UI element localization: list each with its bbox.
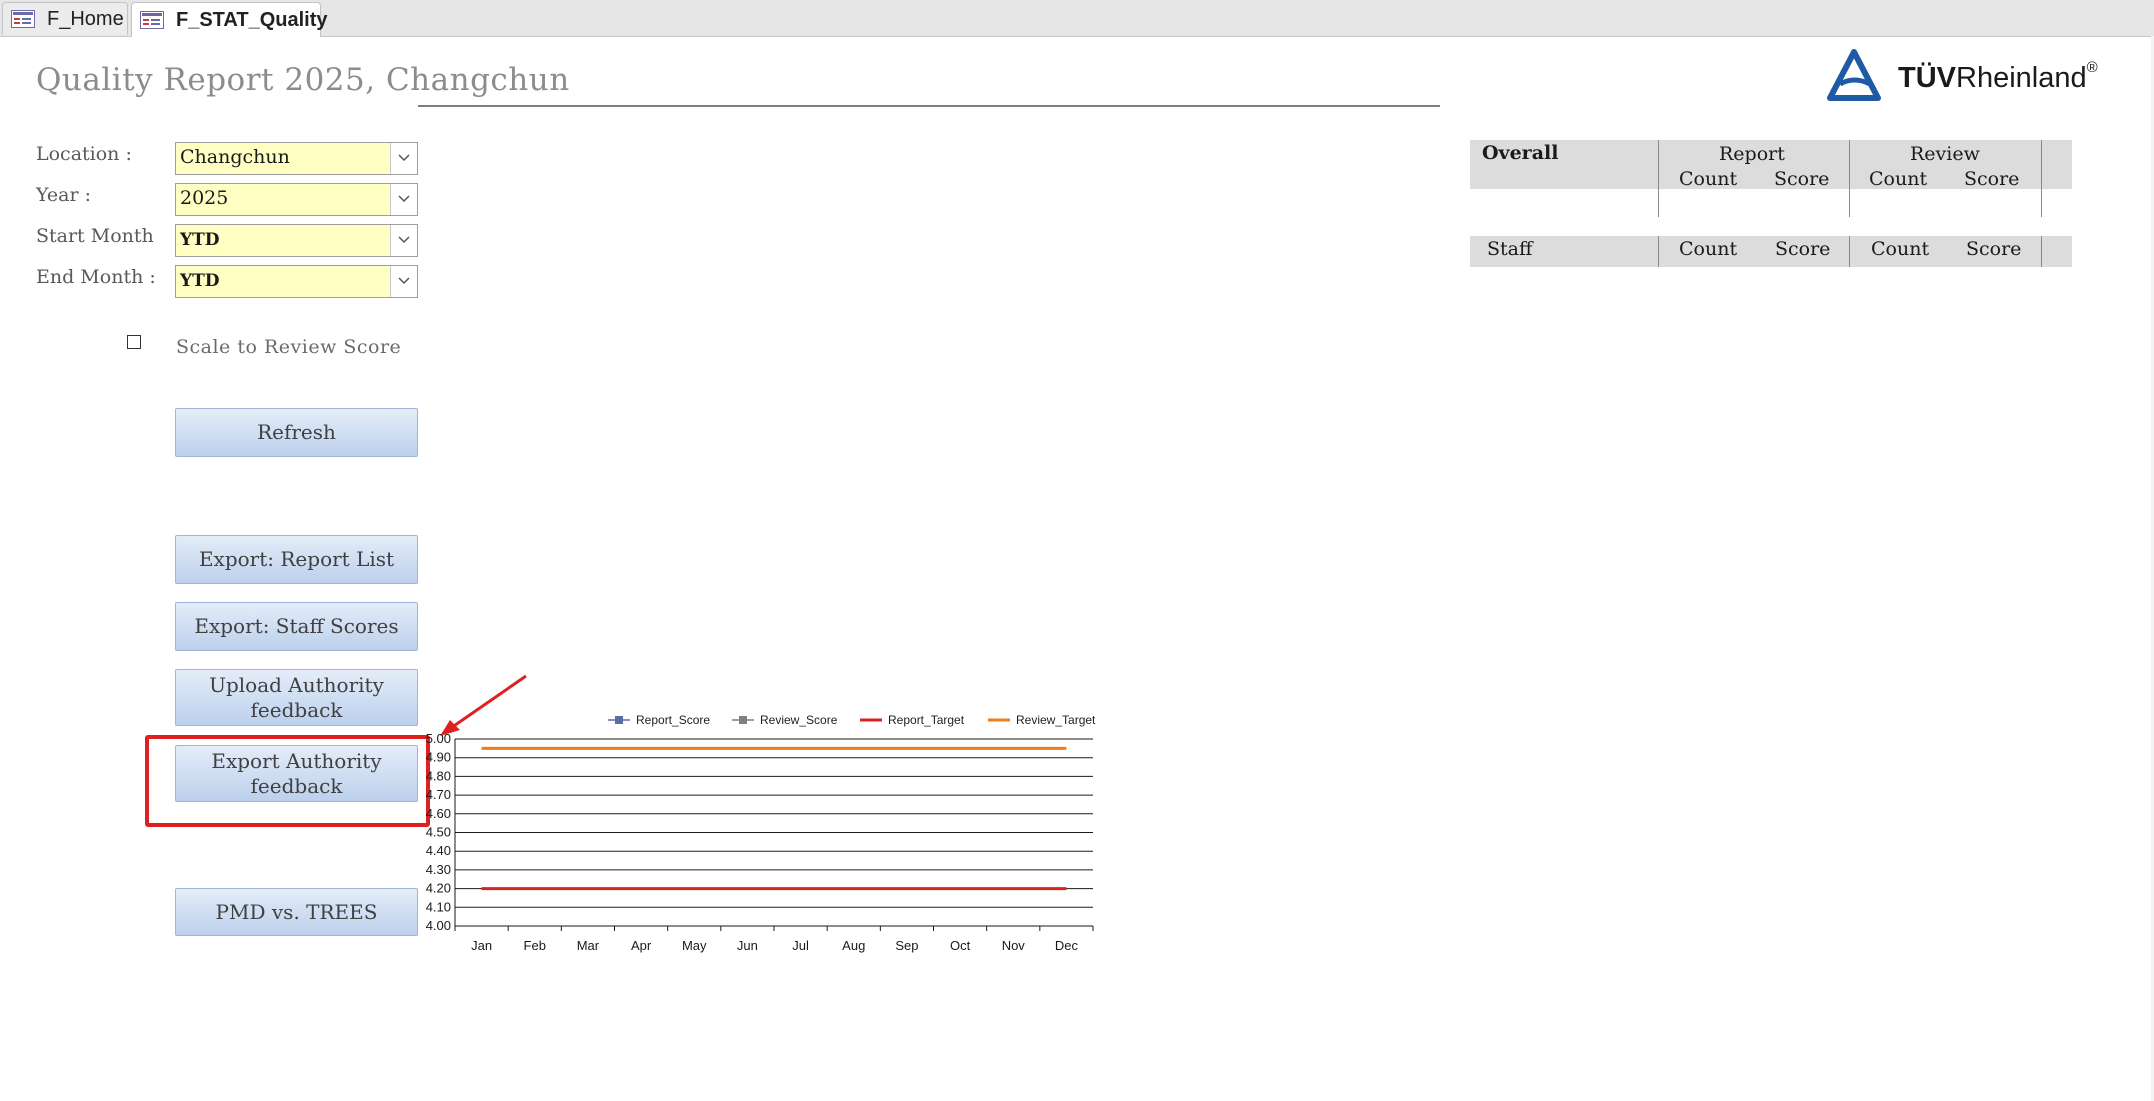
- tab-label: F_STAT_Quality: [176, 8, 328, 31]
- chevron-down-icon[interactable]: [390, 225, 417, 256]
- upload-authority-feedback-button[interactable]: Upload Authority feedback: [175, 669, 418, 726]
- tab-f-home[interactable]: F_Home: [2, 2, 128, 35]
- x-tick-label: Sep: [895, 938, 918, 953]
- legend-marker: [615, 716, 623, 724]
- review-header: Review: [1910, 143, 1980, 165]
- x-tick-label: Jun: [737, 938, 758, 953]
- y-tick-label: 4.90: [426, 750, 451, 765]
- export-staff-scores-button[interactable]: Export: Staff Scores: [175, 602, 418, 651]
- refresh-button[interactable]: Refresh: [175, 408, 418, 457]
- start-month-label: Start Month: [36, 225, 154, 247]
- y-tick-label: 5.00: [426, 731, 451, 746]
- review-count-header: Count: [1869, 168, 1928, 190]
- staff-review-score-header: Score: [1966, 238, 2022, 260]
- year-value: 2025: [180, 187, 229, 209]
- chevron-down-icon[interactable]: [390, 184, 417, 215]
- scale-to-review-score-checkbox[interactable]: [127, 335, 141, 349]
- tab-label: F_Home: [47, 7, 124, 30]
- location-label: Location :: [36, 143, 132, 165]
- quality-score-chart: Report_Score Review_Score Report_Target Rev…: [426, 713, 1096, 953]
- start-month-value: YTD: [180, 230, 220, 250]
- chart-y-axis: 4.00 4.10 4.20 4.30 4.40 4.50 4.60 4.70 4.80 4.90…: [426, 731, 456, 933]
- column-divider: [1849, 236, 1850, 267]
- staff-header: Staff: [1487, 238, 1533, 260]
- year-label: Year :: [36, 184, 91, 206]
- end-month-combo[interactable]: YTD: [175, 265, 418, 298]
- document-tab-strip: F_Home F_STAT_Quality: [0, 0, 2154, 37]
- x-tick-label: Apr: [631, 938, 652, 953]
- staff-report-score-header: Score: [1775, 238, 1831, 260]
- page-title: Quality Report 2025, Changchun: [36, 62, 570, 98]
- highlight-box: [145, 735, 430, 827]
- logo-wordmark: TÜVRheinland®: [1898, 59, 2098, 94]
- y-tick-label: 4.30: [426, 862, 451, 877]
- x-tick-label: Aug: [842, 938, 865, 953]
- y-tick-label: 4.20: [426, 881, 451, 896]
- y-tick-label: 4.80: [426, 768, 451, 783]
- tab-f-stat-quality[interactable]: F_STAT_Quality: [131, 2, 328, 37]
- end-month-value: YTD: [180, 271, 220, 291]
- legend-label: Report_Target: [888, 713, 965, 727]
- report-score-header: Score: [1774, 168, 1830, 190]
- overall-header: Overall: [1482, 142, 1559, 164]
- x-tick-label: Dec: [1055, 938, 1079, 953]
- chart-grid: [455, 738, 1093, 927]
- report-header: Report: [1719, 143, 1785, 165]
- y-tick-label: 4.40: [426, 843, 451, 858]
- location-combo[interactable]: Changchun: [175, 142, 418, 175]
- start-month-combo[interactable]: YTD: [175, 224, 418, 257]
- legend-label: Report_Score: [636, 713, 710, 727]
- scale-to-review-score-label: Scale to Review Score: [176, 336, 402, 358]
- column-divider: [1849, 140, 1850, 217]
- chart-series: [481, 746, 1067, 891]
- column-divider: [1658, 236, 1659, 267]
- y-tick-label: 4.70: [426, 787, 451, 802]
- x-tick-label: Nov: [1002, 938, 1026, 953]
- x-tick-label: Jul: [792, 938, 809, 953]
- year-combo[interactable]: 2025: [175, 183, 418, 216]
- y-tick-label: 4.60: [426, 806, 451, 821]
- x-tick-label: Oct: [950, 938, 971, 953]
- end-month-label: End Month :: [36, 266, 156, 288]
- chart-x-axis: Jan Feb Mar Apr May Jun Jul Aug Sep Oct Nov Dec: [454, 926, 1094, 953]
- chevron-down-icon[interactable]: [390, 143, 417, 174]
- x-tick-label: Jan: [471, 938, 492, 953]
- title-underline: [418, 105, 1440, 107]
- staff-report-count-header: Count: [1679, 238, 1738, 260]
- x-tick-label: Feb: [524, 938, 546, 953]
- x-tick-label: Mar: [577, 938, 600, 953]
- x-tick-label: May: [682, 938, 707, 953]
- chevron-down-icon[interactable]: [390, 266, 417, 297]
- form-icon: [11, 10, 35, 28]
- export-report-list-button[interactable]: Export: Report List: [175, 535, 418, 584]
- chart-legend: Report_Score Review_Score Report_Target Rev…: [608, 713, 1096, 727]
- column-divider: [2041, 236, 2042, 267]
- column-divider: [2041, 140, 2042, 217]
- report-count-header: Count: [1679, 168, 1738, 190]
- form-icon: [140, 11, 164, 29]
- y-tick-label: 4.10: [426, 899, 451, 914]
- y-tick-label: 4.00: [426, 918, 451, 933]
- legend-label: Review_Target: [1016, 713, 1096, 727]
- y-tick-label: 4.50: [426, 825, 451, 840]
- location-value: Changchun: [180, 146, 290, 168]
- review-score-header: Score: [1964, 168, 2020, 190]
- legend-label: Review_Score: [760, 713, 838, 727]
- column-divider: [1658, 140, 1659, 217]
- staff-review-count-header: Count: [1871, 238, 1930, 260]
- legend-marker: [739, 716, 747, 724]
- pmd-vs-trees-button[interactable]: PMD vs. TREES: [175, 888, 418, 936]
